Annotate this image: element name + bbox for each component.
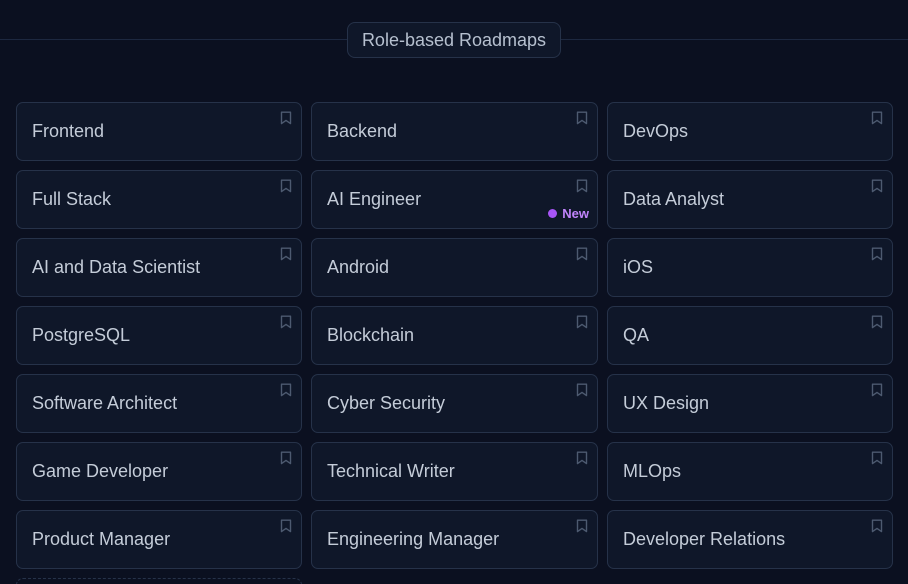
bookmark-icon[interactable] xyxy=(576,111,588,125)
bookmark-icon[interactable] xyxy=(576,315,588,329)
bookmark-icon[interactable] xyxy=(280,451,292,465)
roadmap-card-label: MLOps xyxy=(623,461,682,481)
roadmap-card-label: Product Manager xyxy=(32,529,171,549)
roadmap-card-label: AI and Data Scientist xyxy=(32,257,201,277)
roadmap-card-label: UX Design xyxy=(623,393,710,413)
new-dot-icon xyxy=(548,209,558,218)
roadmap-card[interactable]: Frontend xyxy=(16,102,302,161)
bookmark-icon[interactable] xyxy=(576,383,588,397)
roadmap-card[interactable]: Game Developer xyxy=(16,442,302,501)
roadmap-card-label: Cyber Security xyxy=(327,393,446,413)
roadmap-card-label: Android xyxy=(327,257,390,277)
bookmark-icon[interactable] xyxy=(576,519,588,533)
roadmap-card-label: PostgreSQL xyxy=(32,325,131,345)
bookmark-icon[interactable] xyxy=(871,451,883,465)
roadmap-card[interactable]: AI Engineer New xyxy=(311,170,598,229)
roadmap-card-label: Developer Relations xyxy=(623,529,786,549)
roadmap-card[interactable]: Backend xyxy=(311,102,598,161)
roadmap-card[interactable]: Full Stack xyxy=(16,170,302,229)
roadmap-card-label: iOS xyxy=(623,257,654,277)
roadmap-card[interactable]: Technical Writer xyxy=(311,442,598,501)
roadmap-card[interactable]: Cyber Security xyxy=(311,374,598,433)
roadmap-card-label: Software Architect xyxy=(32,393,178,413)
roadmap-card-label: Backend xyxy=(327,121,398,141)
bookmark-icon[interactable] xyxy=(871,519,883,533)
roadmap-card-label: Frontend xyxy=(32,121,105,141)
roadmap-card[interactable]: Engineering Manager xyxy=(311,510,598,569)
bookmark-icon[interactable] xyxy=(871,179,883,193)
bookmark-icon[interactable] xyxy=(576,451,588,465)
roadmap-card[interactable]: PostgreSQL xyxy=(16,306,302,365)
roadmap-card[interactable]: Blockchain xyxy=(311,306,598,365)
roadmap-card-label: Game Developer xyxy=(32,461,169,481)
roadmap-card-label: Data Analyst xyxy=(623,189,725,209)
roadmap-card[interactable]: Android xyxy=(311,238,598,297)
bookmark-icon[interactable] xyxy=(871,315,883,329)
roadmap-card[interactable]: UX Design xyxy=(607,374,893,433)
new-badge-label: New xyxy=(562,206,589,221)
roadmap-card[interactable]: MLOps xyxy=(607,442,893,501)
roadmap-card[interactable]: Product Manager xyxy=(16,510,302,569)
bookmark-icon[interactable] xyxy=(871,247,883,261)
new-badge: New xyxy=(548,206,589,221)
roadmap-card-label: Blockchain xyxy=(327,325,415,345)
roadmap-card[interactable]: Data Analyst xyxy=(607,170,893,229)
roadmap-card-label: Full Stack xyxy=(32,189,112,209)
roadmap-card[interactable]: AI and Data Scientist xyxy=(16,238,302,297)
roadmap-grid: Frontend Backend DevOps Full Stack AI Engine… xyxy=(16,102,893,569)
roadmap-card-label: QA xyxy=(623,325,650,345)
roadmap-card-label: AI Engineer xyxy=(327,189,422,209)
roadmap-card[interactable]: iOS xyxy=(607,238,893,297)
bookmark-icon[interactable] xyxy=(280,519,292,533)
bookmark-icon[interactable] xyxy=(576,247,588,261)
section-title: Role-based Roadmaps xyxy=(347,22,561,58)
roadmap-card[interactable]: QA xyxy=(607,306,893,365)
bookmark-icon[interactable] xyxy=(280,179,292,193)
roadmap-card-label: Engineering Manager xyxy=(327,529,500,549)
roadmap-card[interactable]: DevOps xyxy=(607,102,893,161)
roadmap-card-label: DevOps xyxy=(623,121,689,141)
roadmap-card[interactable]: Software Architect xyxy=(16,374,302,433)
bookmark-icon[interactable] xyxy=(871,111,883,125)
roadmap-card-label: Technical Writer xyxy=(327,461,455,481)
roadmaps-page: Role-based Roadmaps Frontend Backend DevOp… xyxy=(0,0,908,584)
bookmark-icon[interactable] xyxy=(871,383,883,397)
bookmark-icon[interactable] xyxy=(280,315,292,329)
add-roadmap-card[interactable] xyxy=(16,578,302,584)
bookmark-icon[interactable] xyxy=(576,179,588,193)
bookmark-icon[interactable] xyxy=(280,383,292,397)
roadmap-card[interactable]: Developer Relations xyxy=(607,510,893,569)
bookmark-icon[interactable] xyxy=(280,247,292,261)
bookmark-icon[interactable] xyxy=(280,111,292,125)
